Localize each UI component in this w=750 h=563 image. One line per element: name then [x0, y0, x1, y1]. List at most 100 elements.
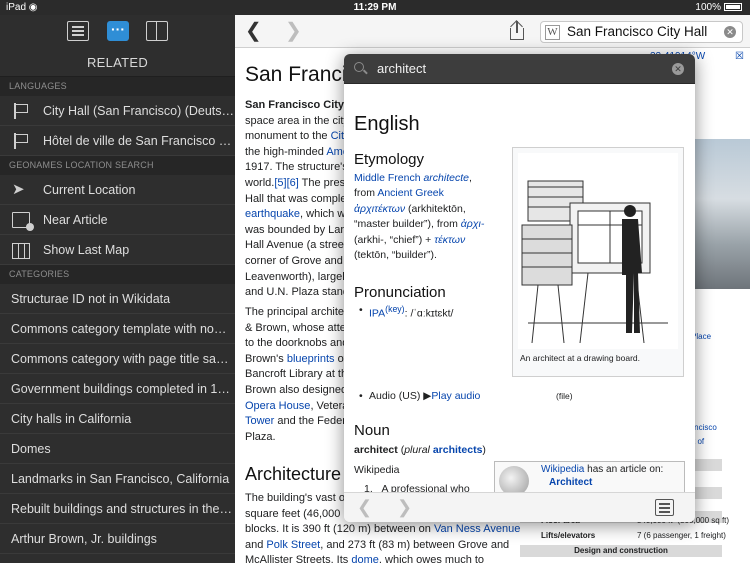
categories-header: CATEGORIES — [0, 265, 235, 284]
article-text: and the Federa — [274, 415, 353, 428]
coordinates-close-icon[interactable]: ☒ — [735, 51, 744, 62]
ipa-key-link[interactable]: (key) — [385, 304, 404, 314]
category-item[interactable]: Arthur Brown, Jr. buildings — [0, 524, 235, 554]
category-item[interactable]: Domes — [0, 434, 235, 464]
article-text-line: The building's vast op — [245, 492, 351, 504]
play-audio-link[interactable]: Play audio — [431, 390, 480, 402]
article-text-line: Opera House, Veterar — [245, 400, 352, 412]
article-text: , and 273 ft (83 m) between Grove and — [320, 538, 510, 551]
article-text: Brown also designed — [245, 384, 348, 396]
article-link[interactable]: Tower — [245, 415, 274, 427]
article-text-line: to the doorknobs and — [245, 337, 348, 349]
near-article-item[interactable]: Near Article — [0, 205, 235, 235]
article-text-line: square feet (46,000 m — [245, 508, 353, 520]
article-title: San Franci — [245, 63, 347, 86]
article-text-line: Hall that was complet — [245, 193, 350, 205]
wikipedia-link[interactable]: Wikipedia — [354, 464, 400, 476]
article-text-line: monument to the City — [245, 130, 350, 142]
article-search-field[interactable]: W San Francisco City Hall ✕ — [540, 21, 743, 43]
etymology-line: (tektōn, “builder”). — [354, 249, 437, 261]
current-location-item[interactable]: ➤ Current Location — [0, 175, 235, 205]
status-bar: iPad ◉ 11:29 PM 100% — [0, 0, 750, 15]
forward-chevron-icon[interactable]: ❯ — [285, 21, 302, 41]
article-text: Brown's — [245, 352, 287, 365]
location-arrow-icon: ➤ — [12, 181, 25, 198]
article-text-line: Bancroft Library at the — [245, 368, 353, 380]
noun-headword-line: architect (plural architects) — [354, 444, 486, 456]
dictionary-search-input[interactable]: architect — [377, 61, 426, 76]
related-dots-icon[interactable]: ··· — [107, 21, 129, 41]
sidebar-toolbar: ··· — [0, 15, 235, 48]
language-item-deutsch[interactable]: City Hall (San Francisco) (Deutsch) — [0, 96, 235, 126]
article-link[interactable]: Van Ness Avenue — [434, 523, 520, 535]
article-text-line: & Brown, whose atten — [245, 322, 352, 334]
language-item-francais[interactable]: Hôtel de ville de San Francisco (… — [0, 126, 235, 156]
category-item[interactable]: City halls in California — [0, 404, 235, 434]
clear-search-icon[interactable]: ✕ — [724, 26, 736, 38]
share-icon[interactable] — [508, 20, 526, 41]
table-of-contents-icon[interactable] — [67, 21, 89, 41]
map-icon — [12, 243, 30, 259]
back-chevron-icon[interactable]: ❮ — [245, 21, 262, 41]
dictionary-popover: architect ✕ English Etymology Middle Fre… — [344, 54, 695, 522]
languages-header: LANGUAGES — [0, 77, 235, 96]
article-text: McAllister Streets. Its — [245, 554, 352, 563]
article-text: Hall that was complet — [245, 192, 350, 205]
image-caption: An architect at a drawing board. — [520, 353, 641, 363]
wiki-box-link[interactable]: Wikipedia — [541, 464, 584, 475]
article-text: space area in the city' — [245, 114, 352, 127]
list-icon[interactable] — [655, 499, 674, 516]
article-link[interactable]: blueprints — [287, 353, 335, 365]
article-text-line: was bounded by Lark — [245, 224, 350, 236]
wikipedia-sister-box: Wikipedia has an article on: Architect — [494, 461, 685, 492]
ipa-link[interactable]: IPA — [369, 308, 385, 320]
wiki-box-target-link[interactable]: Architect — [549, 477, 592, 488]
article-link[interactable]: dome — [351, 554, 379, 563]
definition-item: 1. A professional who — [364, 483, 470, 492]
show-last-map-item[interactable]: Show Last Map — [0, 235, 235, 265]
clear-query-icon[interactable]: ✕ — [672, 63, 684, 75]
article-text: blocks. It is 390 ft (120 m) between on — [245, 523, 434, 536]
popover-forward-chevron-icon[interactable]: ❯ — [397, 498, 412, 516]
ipa-line: IPA(key): /ˈɑːkɪtɛkt/ — [359, 304, 453, 320]
audio-file-link[interactable]: (file) — [556, 391, 573, 401]
ancient-greek-link[interactable]: Ancient Greek — [377, 187, 444, 199]
battery-indicator: 100% — [695, 2, 742, 13]
article-text-line: 1917. The structure's — [245, 161, 348, 173]
article-text-line: McAllister Streets. Its dome, which owes… — [245, 554, 484, 563]
article-link[interactable]: [5][6] — [274, 177, 298, 189]
article-text-line: blocks. It is 390 ft (120 m) between on … — [245, 523, 520, 535]
architect-thumbnail[interactable]: An architect at a drawing board. — [512, 147, 684, 377]
article-text-line: corner of Grove and L — [245, 255, 352, 267]
article-link[interactable]: earthquake — [245, 208, 300, 220]
plural-link[interactable]: architects — [433, 444, 483, 456]
article-text-line: Brown also designed — [245, 384, 347, 396]
category-item[interactable]: Government buildings completed in 1… — [0, 374, 235, 404]
category-item[interactable]: Landmarks in San Francisco, California — [0, 464, 235, 494]
flag-icon — [12, 133, 30, 149]
article-toolbar: ❮ ❯ W San Francisco City Hall ✕ — [235, 15, 750, 48]
sidebar-title: RELATED — [0, 48, 235, 77]
etymology-line: ἀρχιτέκτων (arkhitektōn, — [354, 203, 466, 215]
clock: 11:29 PM — [353, 2, 397, 13]
dictionary-entry: English Etymology Middle French architec… — [344, 84, 695, 492]
saved-pages-icon[interactable] — [146, 21, 168, 41]
article-text-line: Tower and the Federa — [245, 415, 352, 427]
category-item[interactable]: Structurae ID not in Wikidata — [0, 284, 235, 314]
article-text: square feet (46,000 m — [245, 507, 353, 520]
dictionary-search-bar[interactable]: architect ✕ — [344, 54, 695, 84]
article-link[interactable]: Opera House — [245, 400, 310, 412]
article-link[interactable]: Polk Street — [266, 539, 320, 551]
article-text-line: Plaza. — [245, 431, 276, 443]
language-heading: English — [354, 113, 420, 135]
article-text: to the doorknobs and — [245, 337, 349, 350]
category-item[interactable]: Rebuilt buildings and structures in the… — [0, 494, 235, 524]
category-item[interactable]: Commons category template with no… — [0, 314, 235, 344]
related-sidebar: ··· RELATED LANGUAGES City Hall (San Fra… — [0, 15, 235, 563]
category-item[interactable]: Commons category with page title sa… — [0, 344, 235, 374]
article-text: was bounded by Lark — [245, 223, 350, 236]
popover-back-chevron-icon[interactable]: ❮ — [357, 498, 372, 516]
article-text-line: Leavenworth), largely — [245, 271, 350, 283]
article-text-line: space area in the city' — [245, 115, 351, 127]
article-text: monument to the — [245, 130, 331, 143]
